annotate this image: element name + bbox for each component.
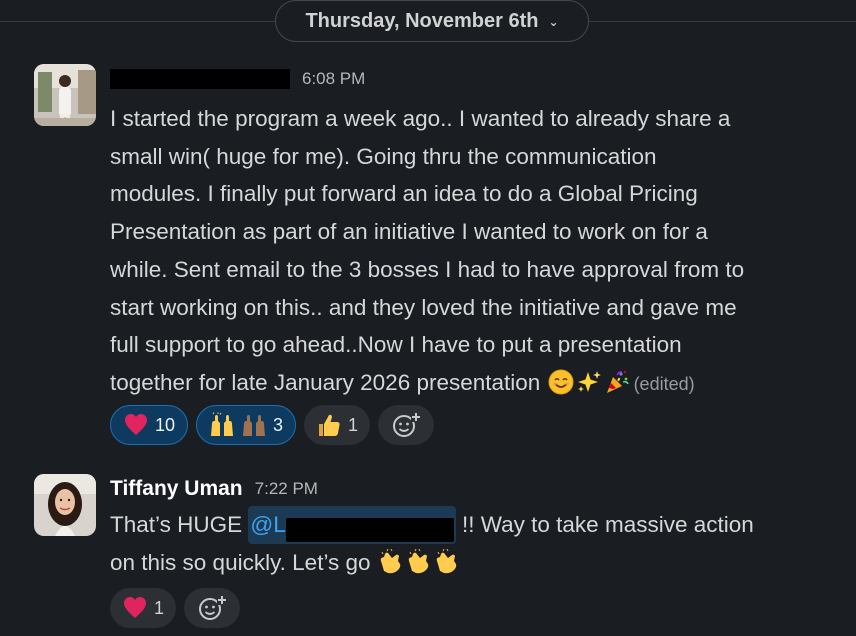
message-header: 6:08 PM xyxy=(110,66,365,92)
timestamp[interactable]: 6:08 PM xyxy=(302,69,365,89)
message-text: That’s HUGE xyxy=(110,512,249,537)
message-line: I started the program a week ago.. I wan… xyxy=(110,106,731,131)
smiling-face-icon xyxy=(548,369,574,395)
edited-label: (edited) xyxy=(633,373,695,394)
reactions-bar: 10 3 1 xyxy=(110,405,435,445)
message-line: modules. I finally put forward an idea t… xyxy=(110,181,698,207)
party-popper-icon xyxy=(606,370,629,393)
message-line-text: on this so quickly. Let’s go xyxy=(110,549,371,575)
message-line-last: together for late January 2026 presentat… xyxy=(110,364,840,404)
message-line: Presentation as part of an initiative I … xyxy=(110,219,708,245)
chevron-down-icon: ⌄ xyxy=(548,15,559,29)
redaction-box: x xyxy=(285,518,454,542)
sparkles-icon xyxy=(577,370,601,392)
message-line: start working on this.. and they loved t… xyxy=(110,294,737,320)
message-line-text: together for late January 2026 presentat… xyxy=(110,369,541,395)
raised-hands-icon xyxy=(211,412,234,436)
author-name[interactable] xyxy=(110,69,290,89)
message-body: That’s HUGE @Lx !! Way to take massive a… xyxy=(110,506,810,581)
date-label: Thursday, November 6th xyxy=(305,9,539,32)
message-body: I started the program a week ago.. I wan… xyxy=(110,100,840,404)
message-header: Tiffany Uman 7:22 PM xyxy=(110,476,318,502)
add-reaction-button[interactable] xyxy=(378,405,435,445)
date-divider: Thursday, November 6th ⌄ xyxy=(0,0,856,44)
mention-prefix: @L xyxy=(250,512,286,537)
message-text: !! Way to take massive action xyxy=(455,512,754,537)
raised-hands-icon xyxy=(243,415,266,436)
add-emoji-icon xyxy=(393,412,422,437)
reactions-bar: 1 xyxy=(110,588,241,628)
user-mention[interactable]: @Lx xyxy=(248,506,456,544)
clapping-hands-icon xyxy=(380,548,401,573)
message-line: while. Sent email to the 3 bosses I had … xyxy=(110,256,745,282)
reaction-heart[interactable]: 10 xyxy=(110,405,189,445)
reaction-count: 10 xyxy=(155,414,176,435)
clapping-hands-icon xyxy=(436,548,457,573)
reaction-count: 3 xyxy=(273,414,284,435)
timestamp[interactable]: 7:22 PM xyxy=(255,479,318,499)
slack-thread-view: Thursday, November 6th ⌄ 6:08 PM I start xyxy=(0,0,856,636)
author-name[interactable]: Tiffany Uman xyxy=(110,477,243,501)
date-jump-button[interactable]: Thursday, November 6th ⌄ xyxy=(275,0,589,42)
message-line: full support to go ahead..Now I have to … xyxy=(110,332,682,358)
reaction-count: 1 xyxy=(154,597,165,618)
reaction-thumbs-up[interactable]: 1 xyxy=(304,405,371,445)
avatar[interactable] xyxy=(34,474,96,536)
red-heart-icon xyxy=(124,597,146,618)
reaction-count: 1 xyxy=(348,414,359,435)
message-line: small win( huge for me). Going thru the … xyxy=(110,143,657,169)
reaction-heart[interactable]: 1 xyxy=(110,588,177,628)
clapping-hands-icon xyxy=(408,548,429,573)
red-heart-icon xyxy=(125,414,147,435)
add-emoji-icon xyxy=(199,595,228,620)
thumbs-up-icon xyxy=(319,414,340,436)
message-line: That’s HUGE @Lx !! Way to take massive a… xyxy=(110,506,810,544)
avatar[interactable] xyxy=(34,64,96,126)
reaction-raised-hands[interactable]: 3 xyxy=(196,405,297,445)
add-reaction-button[interactable] xyxy=(184,588,241,628)
message-line-last: on this so quickly. Let’s go xyxy=(110,544,810,582)
